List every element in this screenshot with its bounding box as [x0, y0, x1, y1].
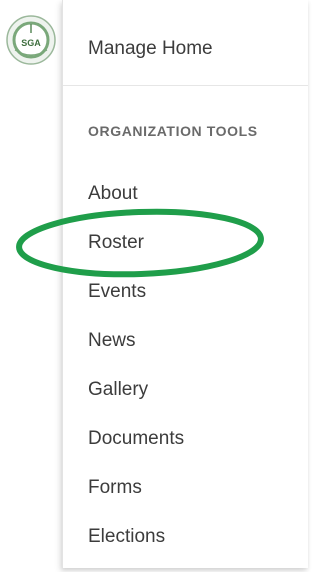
organization-tools-list: About Roster Events News Gallery Documen…	[88, 181, 184, 572]
page: SGA Manage Home ORGANIZATION TOOLS About…	[0, 0, 308, 572]
menu-item-elections[interactable]: Elections	[88, 524, 184, 572]
menu-item-forms[interactable]: Forms	[88, 475, 184, 524]
menu-item-gallery[interactable]: Gallery	[88, 377, 184, 426]
menu-item-documents[interactable]: Documents	[88, 426, 184, 475]
menu-item-roster[interactable]: Roster	[88, 230, 184, 279]
section-heading-organization-tools: ORGANIZATION TOOLS	[88, 123, 258, 139]
menu-item-about[interactable]: About	[88, 181, 184, 230]
logo-text: SGA	[21, 38, 41, 48]
menu-item-manage-home[interactable]: Manage Home	[88, 36, 213, 62]
menu-divider	[63, 85, 308, 86]
menu-item-events[interactable]: Events	[88, 279, 184, 328]
organization-logo[interactable]: SGA	[5, 14, 57, 66]
menu-item-news[interactable]: News	[88, 328, 184, 377]
dropdown-menu: Manage Home ORGANIZATION TOOLS About Ros…	[62, 0, 308, 568]
